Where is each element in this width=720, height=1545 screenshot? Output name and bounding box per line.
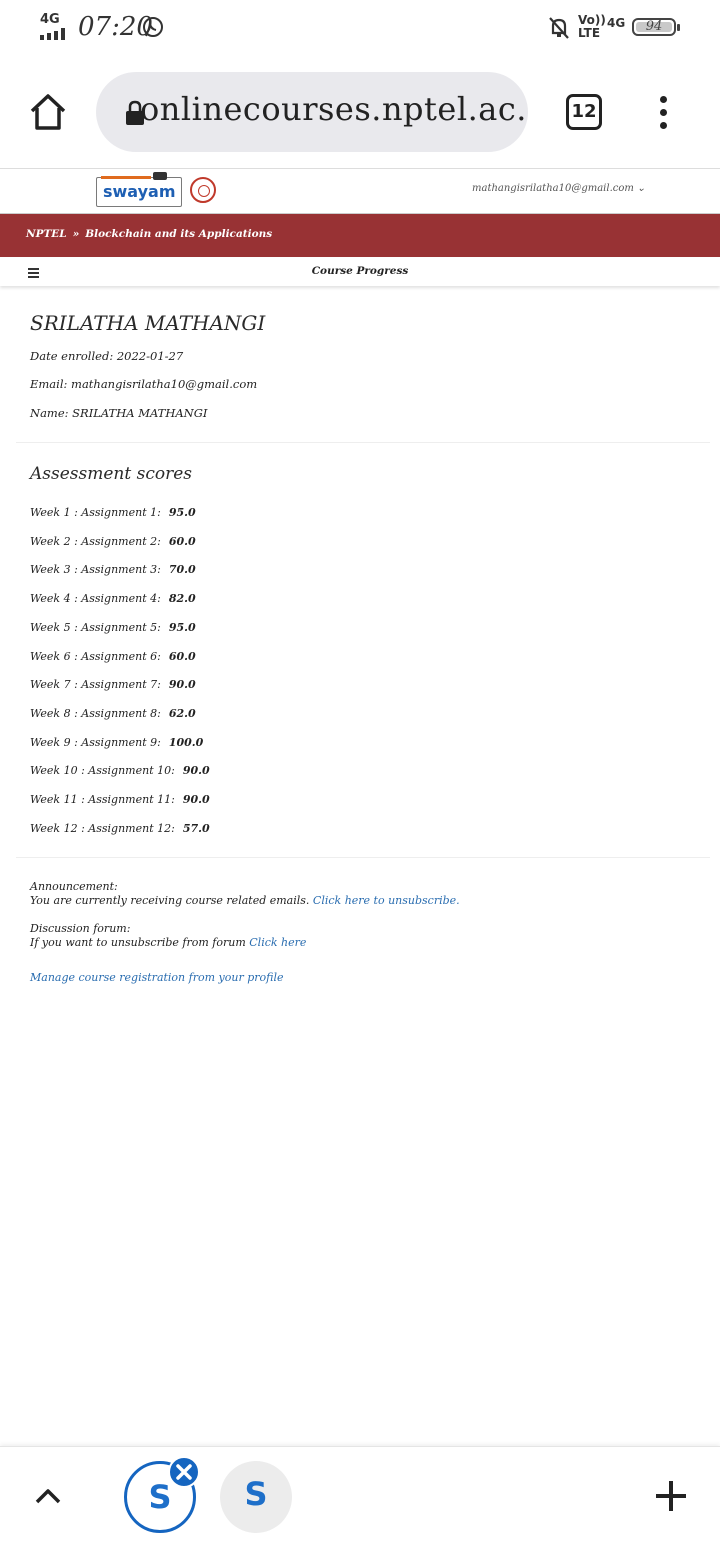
learner-name-line: Name: SRILATHA MATHANGI (30, 406, 208, 420)
more-menu-icon[interactable] (652, 96, 676, 130)
score-row: Week 10 : Assignment 10: 90.0 (30, 764, 210, 777)
score-row: Week 11 : Assignment 11: 90.0 (30, 793, 210, 806)
score-label: Week 8 : Assignment 8: (30, 707, 161, 720)
breadcrumb-root-link[interactable]: NPTEL (26, 228, 67, 240)
announcement-line: You are currently receiving course relat… (30, 894, 460, 908)
score-row: Week 9 : Assignment 9: 100.0 (30, 736, 203, 749)
address-bar[interactable]: onlinecourses.nptel.ac.in (96, 72, 528, 152)
score-row: Week 8 : Assignment 8: 62.0 (30, 707, 196, 720)
score-label: Week 5 : Assignment 5: (30, 621, 161, 634)
score-label: Week 7 : Assignment 7: (30, 678, 161, 691)
score-row: Week 4 : Assignment 4: 82.0 (30, 592, 196, 605)
page-title: Course Progress (311, 265, 409, 277)
score-value: 100.0 (168, 736, 204, 749)
browser-bottom-bar: S S (0, 1446, 720, 1545)
page-title-bar: Course Progress (0, 258, 720, 286)
score-label: Week 10 : Assignment 10: (30, 764, 175, 777)
battery-level: 94 (645, 19, 663, 34)
battery-icon: 94 (632, 18, 680, 36)
status-bar: 4G 07:20 Vo)) LTE 4G 94 (0, 0, 720, 56)
signal-icon (40, 28, 70, 40)
score-value: 60.0 (168, 650, 196, 663)
breadcrumb-course-link[interactable]: Blockchain and its Applications (85, 228, 272, 240)
volte-indicator: Vo)) LTE (578, 13, 606, 40)
assessment-title: Assessment scores (30, 464, 192, 484)
score-label: Week 4 : Assignment 4: (30, 592, 161, 605)
tab-switcher-button[interactable]: 12 (566, 94, 602, 130)
score-label: Week 1 : Assignment 1: (30, 506, 161, 519)
unsubscribe-emails-link[interactable]: Click here to unsubscribe. (313, 894, 460, 907)
score-value: 90.0 (168, 678, 196, 691)
score-label: Week 12 : Assignment 12: (30, 822, 175, 835)
score-label: Week 9 : Assignment 9: (30, 736, 161, 749)
breadcrumb-band: NPTEL » Blockchain and its Applications (0, 214, 720, 257)
swayam-logo[interactable]: swayam (96, 172, 182, 207)
user-email-label: mathangisrilatha10@gmail.com (472, 183, 634, 194)
score-value: 95.0 (168, 506, 196, 519)
score-value: 57.0 (182, 822, 210, 835)
score-value: 90.0 (182, 764, 210, 777)
chevron-down-icon: ⌄ (637, 183, 646, 194)
announcement-label: Announcement: (30, 880, 118, 893)
date-enrolled: Date enrolled: 2022-01-27 (30, 349, 184, 363)
divider (16, 442, 710, 443)
score-label: Week 6 : Assignment 6: (30, 650, 161, 663)
network-type-secondary: 4G (607, 16, 626, 30)
user-account-menu[interactable]: mathangisrilatha10@gmail.com ⌄ (472, 183, 645, 194)
score-value: 82.0 (168, 592, 196, 605)
score-row: Week 2 : Assignment 2: 60.0 (30, 535, 196, 548)
score-row: Week 7 : Assignment 7: 90.0 (30, 678, 196, 691)
forum-text: If you want to unsubscribe from forum (30, 936, 246, 949)
score-row: Week 3 : Assignment 3: 70.0 (30, 563, 196, 576)
score-value: 90.0 (182, 793, 210, 806)
mute-icon (548, 16, 570, 44)
score-row: Week 6 : Assignment 6: 60.0 (30, 650, 196, 663)
logo-text: swayam (103, 182, 176, 201)
home-icon[interactable] (28, 92, 68, 132)
score-label: Week 2 : Assignment 2: (30, 535, 161, 548)
unsubscribe-forum-link[interactable]: Click here (249, 936, 306, 949)
close-tab-icon[interactable] (168, 1456, 200, 1488)
score-row: Week 5 : Assignment 5: 95.0 (30, 621, 196, 634)
url-text: onlinecourses.nptel.ac.in (140, 90, 528, 128)
browser-toolbar: onlinecourses.nptel.ac.in 12 (0, 56, 720, 169)
breadcrumb: NPTEL » Blockchain and its Applications (26, 228, 272, 240)
breadcrumb-separator: » (72, 228, 80, 240)
network-type: 4G (40, 12, 60, 27)
announcement-text: You are currently receiving course relat… (30, 894, 310, 907)
score-label: Week 3 : Assignment 3: (30, 563, 161, 576)
score-label: Week 11 : Assignment 11: (30, 793, 175, 806)
learner-email: Email: mathangisrilatha10@gmail.com (30, 377, 258, 391)
new-tab-icon[interactable] (656, 1481, 686, 1511)
forum-line: If you want to unsubscribe from forum Cl… (30, 936, 306, 950)
forum-label: Discussion forum: (30, 922, 131, 935)
emblem-logo (190, 177, 216, 203)
whatsapp-icon (142, 16, 164, 42)
site-favicon-icon: S (244, 1475, 268, 1513)
score-value: 70.0 (168, 563, 196, 576)
score-value: 95.0 (168, 621, 196, 634)
learner-name: SRILATHA MATHANGI (30, 311, 266, 335)
score-value: 62.0 (168, 707, 196, 720)
chevron-up-icon[interactable] (34, 1485, 62, 1507)
site-header: swayam mathangisrilatha10@gmail.com ⌄ (0, 169, 720, 214)
score-row: Week 1 : Assignment 1: 95.0 (30, 506, 196, 519)
divider (16, 857, 710, 858)
manage-registration-link[interactable]: Manage course registration from your pro… (30, 971, 283, 984)
score-row: Week 12 : Assignment 12: 57.0 (30, 822, 210, 835)
tab-thumbnail[interactable]: S (220, 1461, 292, 1533)
score-value: 60.0 (168, 535, 196, 548)
